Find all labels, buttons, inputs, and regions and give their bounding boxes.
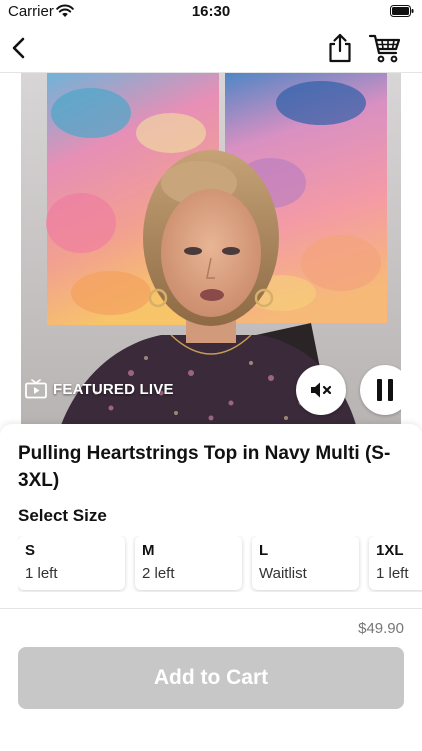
checkout-footer: $49.90 Add to Cart	[0, 608, 422, 751]
size-name: 1XL	[376, 542, 404, 559]
pause-icon	[377, 379, 393, 401]
tv-play-icon	[25, 379, 47, 399]
size-availability: 2 left	[142, 565, 175, 582]
add-to-cart-button[interactable]: Add to Cart	[18, 647, 404, 709]
size-options[interactable]: S 1 left M 2 left L Waitlist 1XL 1 left	[18, 536, 422, 592]
size-availability: Waitlist	[259, 565, 307, 582]
select-size-label: Select Size	[18, 506, 107, 525]
mute-button[interactable]	[296, 365, 346, 415]
product-title: Pulling Heartstrings Top in Navy Multi (…	[18, 443, 391, 491]
battery-icon	[390, 5, 414, 17]
size-option-1xl[interactable]: 1XL 1 left	[369, 536, 422, 590]
size-option-l[interactable]: L Waitlist	[252, 536, 359, 590]
featured-live-badge: FEATURED LIVE	[25, 379, 174, 399]
size-name: S	[25, 542, 36, 559]
product-price: $49.90	[358, 620, 404, 637]
share-icon[interactable]	[326, 32, 354, 64]
navigation-bar	[0, 24, 422, 73]
clock: 16:30	[191, 3, 231, 20]
size-option-s[interactable]: S 1 left	[18, 536, 125, 590]
size-availability: 1 left	[376, 565, 409, 582]
featured-live-label: FEATURED LIVE	[53, 380, 174, 398]
size-availability: 1 left	[25, 565, 58, 582]
video-frame	[21, 73, 401, 425]
size-name: M	[142, 542, 155, 559]
live-video-player[interactable]: FEATURED LIVE	[21, 73, 401, 425]
back-icon[interactable]	[6, 34, 34, 62]
speaker-muted-icon	[311, 382, 332, 398]
size-name: L	[259, 542, 269, 559]
size-option-m[interactable]: M 2 left	[135, 536, 242, 590]
cart-icon[interactable]	[368, 32, 402, 64]
status-bar: Carrier 16:30	[0, 0, 422, 24]
